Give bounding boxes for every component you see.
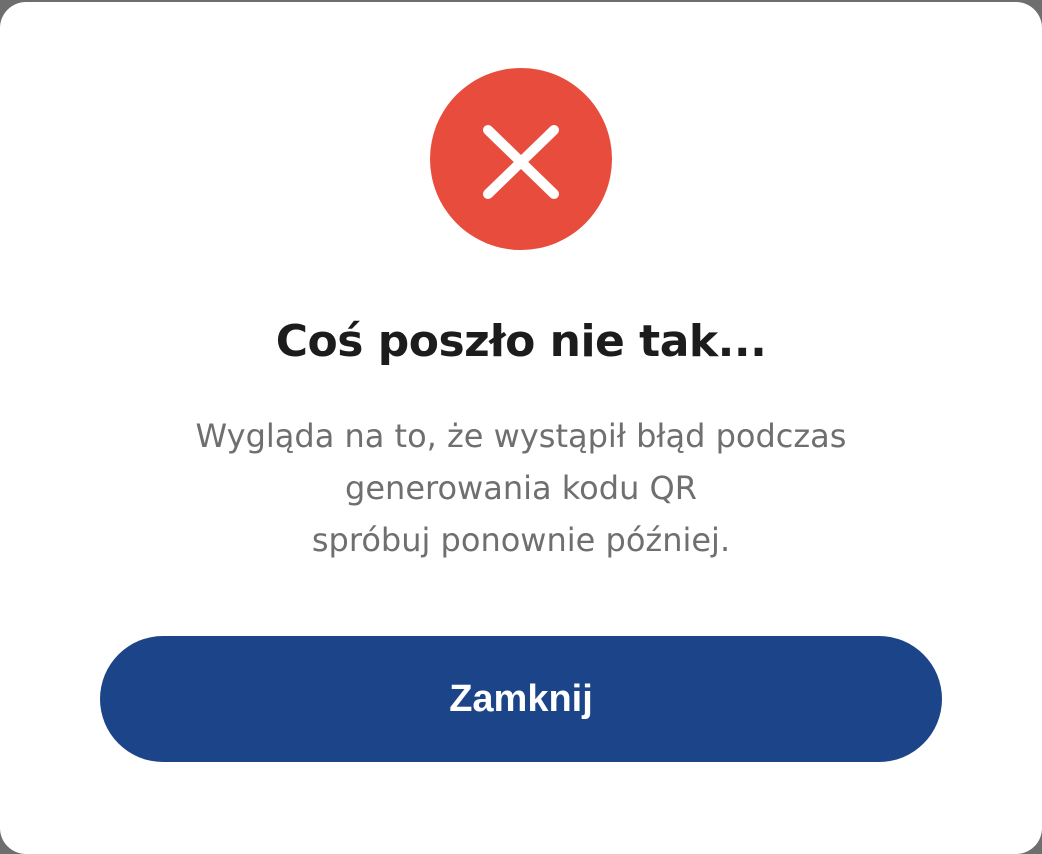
dialog-message: Wygląda na to, że wystąpił błąd podczas … (60, 410, 982, 566)
close-button-label: Zamknij (449, 677, 593, 720)
dialog-message-line: Wygląda na to, że wystąpił błąd podczas (195, 417, 847, 455)
close-button[interactable]: Zamknij (100, 636, 942, 762)
dialog-message-line: generowania kodu QR (345, 469, 697, 507)
dialog-title: Coś poszło nie tak... (275, 316, 767, 367)
dialog-message-line: spróbuj ponownie później. (311, 521, 731, 559)
error-dialog: Coś poszło nie tak... Wygląda na to, że … (0, 2, 1042, 854)
close-icon (483, 125, 559, 199)
error-status-icon (430, 68, 612, 250)
